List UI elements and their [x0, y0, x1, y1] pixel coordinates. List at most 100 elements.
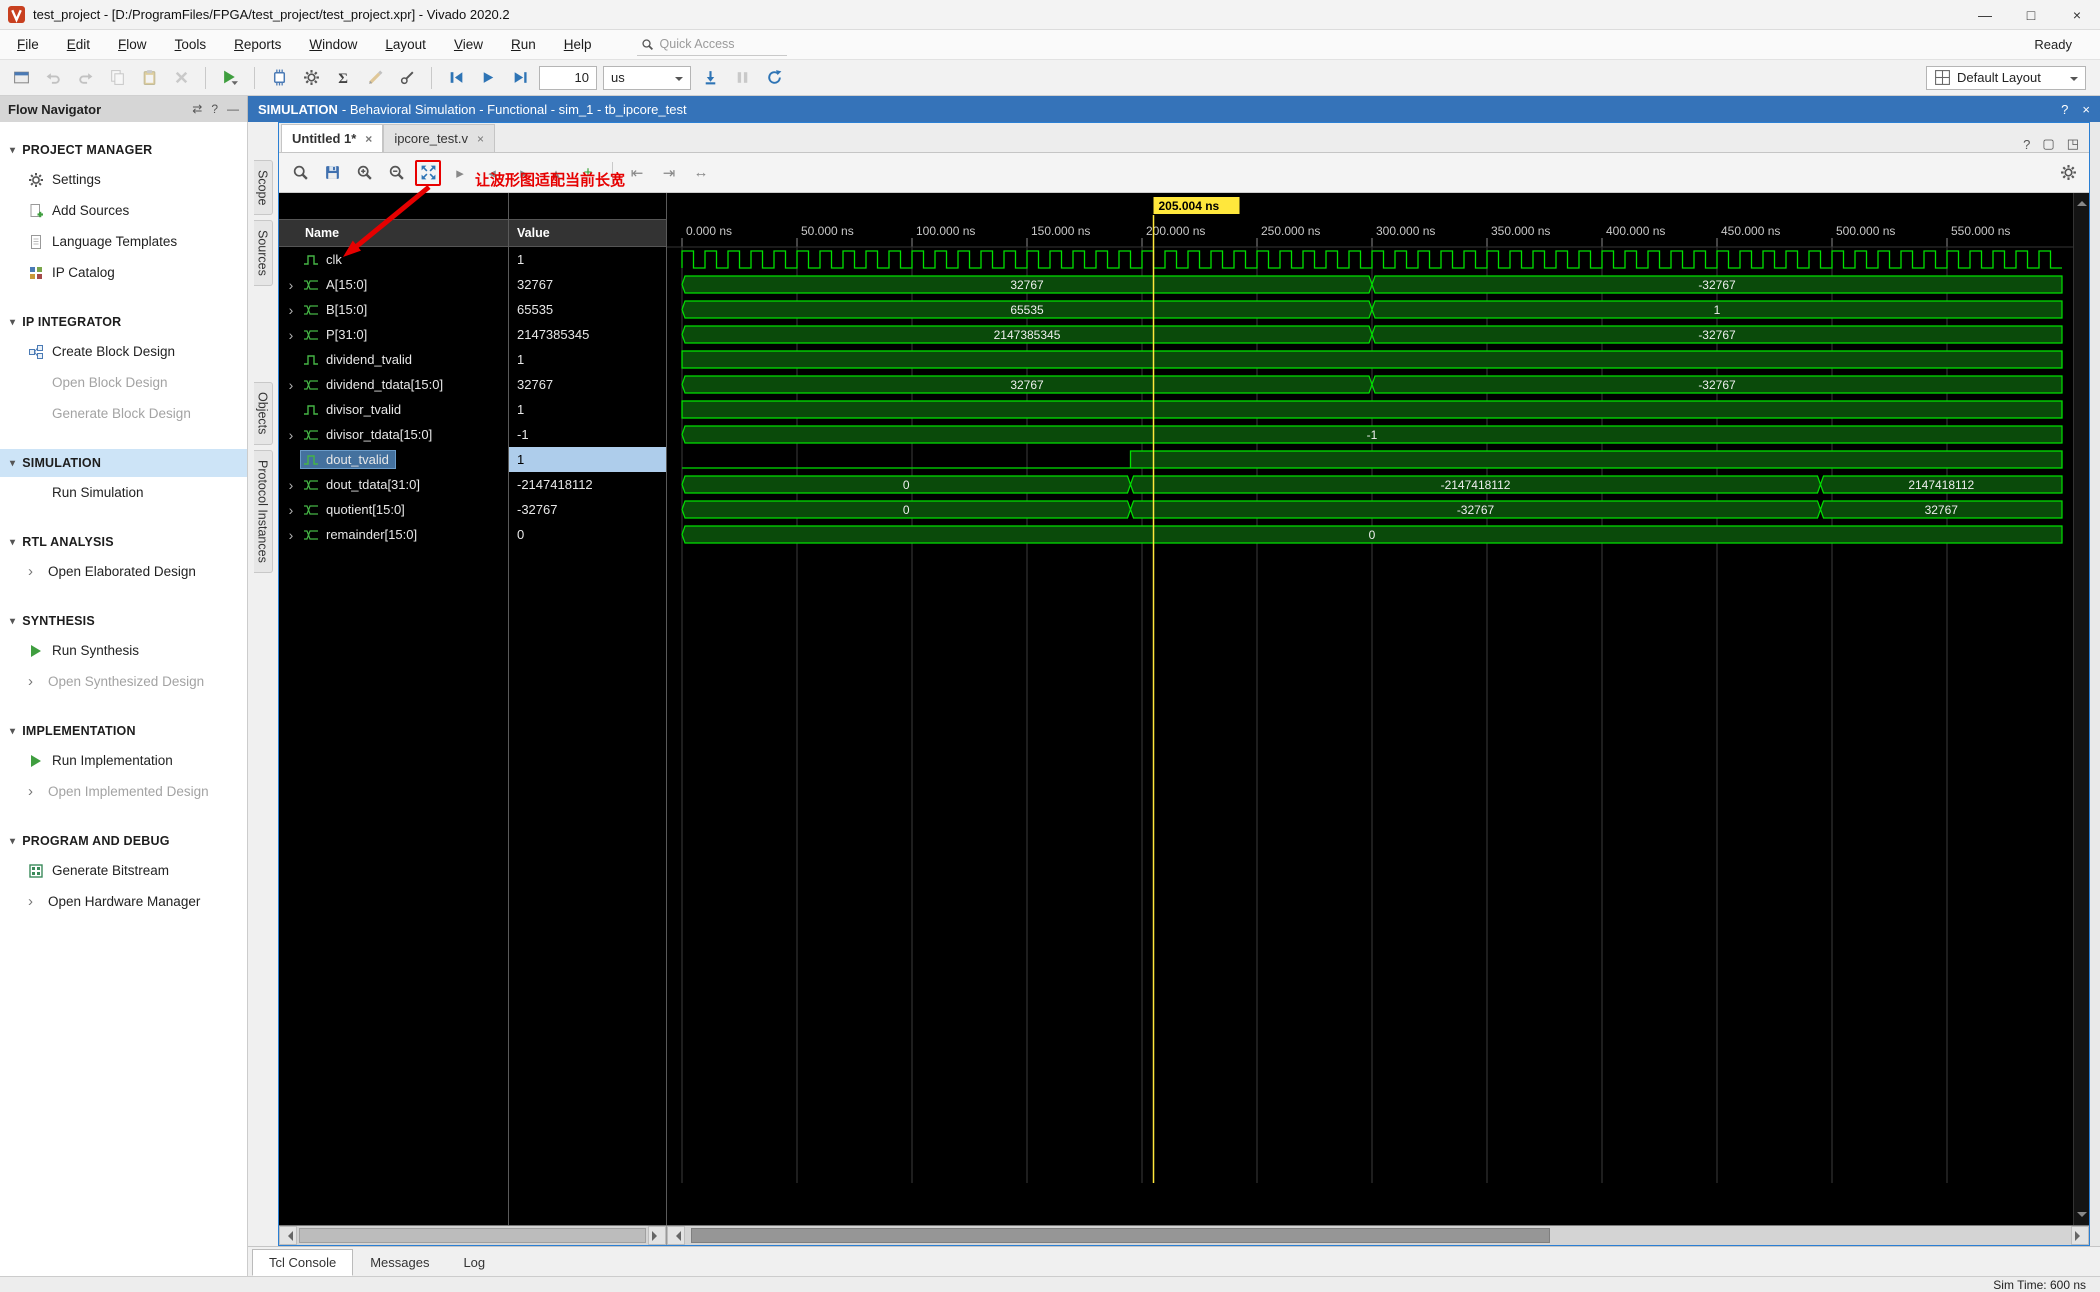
go-to-time-0-icon[interactable]: ⇤ [624, 160, 650, 186]
side-tab-sources[interactable]: Sources [253, 220, 273, 287]
signal-value-divisor-tdata-15-0[interactable]: -1 [509, 422, 666, 447]
flownav-item-ip-catalog[interactable]: IP Catalog [0, 257, 247, 288]
run-button-icon[interactable] [217, 65, 243, 91]
maximize-button[interactable]: □ [2008, 0, 2054, 29]
flownav-item-generate-block-design[interactable]: Generate Block Design [0, 398, 247, 429]
scroll-right-icon[interactable] [2071, 1226, 2089, 1245]
step-icon[interactable] [697, 65, 723, 91]
maximize-window-icon[interactable]: ◳ [2067, 136, 2079, 152]
scroll-right-icon[interactable] [648, 1226, 666, 1245]
flownav-section-ip-integrator[interactable]: ▾ IP INTEGRATOR [0, 308, 247, 336]
signal-value-dout-tvalid[interactable]: 1 [509, 447, 666, 472]
menu-item-reports[interactable]: Reports [223, 32, 292, 57]
menu-item-help[interactable]: Help [553, 32, 603, 57]
flownav-section-rtl-analysis[interactable]: ▾ RTL ANALYSIS [0, 528, 247, 556]
name-horizontal-scrollbar[interactable] [279, 1226, 667, 1245]
close-button[interactable]: × [2054, 0, 2100, 29]
signal-row-dout-tvalid[interactable]: dout_tvalid [279, 447, 508, 472]
scrollbar-thumb[interactable] [299, 1228, 646, 1243]
console-tab-tcl-console[interactable]: Tcl Console [252, 1249, 354, 1276]
value-column-header[interactable]: Value [509, 219, 666, 247]
scroll-up-icon[interactable] [2076, 196, 2087, 206]
signal-row-dividend-tdata-15-0[interactable]: › dividend_tdata[15:0] [279, 372, 508, 397]
signal-row-dividend-tvalid[interactable]: dividend_tvalid [279, 347, 508, 372]
scroll-left-icon[interactable] [279, 1226, 297, 1245]
signal-row-p-31-0[interactable]: › P[31:0] [279, 322, 508, 347]
expand-chevron-icon[interactable]: › [285, 378, 297, 392]
run-time-input[interactable]: 10 [539, 65, 597, 90]
signal-value-dividend-tvalid[interactable]: 1 [509, 347, 666, 372]
collapse-caret-icon[interactable]: ▾ [10, 537, 15, 548]
signal-value-remainder-15-0[interactable]: 0 [509, 522, 666, 547]
wave-settings-gear-icon[interactable] [2055, 160, 2081, 186]
float-window-icon[interactable]: ▢ [2042, 136, 2054, 152]
run-for-icon[interactable] [507, 65, 533, 91]
flownav-item-add-sources[interactable]: Add Sources [0, 195, 247, 226]
console-tab-messages[interactable]: Messages [353, 1249, 446, 1276]
signal-row-divisor-tvalid[interactable]: divisor_tvalid [279, 397, 508, 422]
menu-item-tools[interactable]: Tools [164, 32, 218, 57]
flownav-section-simulation[interactable]: ▾ SIMULATION [0, 449, 247, 477]
minimize-icon[interactable]: — [227, 102, 239, 116]
flownav-item-run-implementation[interactable]: Run Implementation [0, 745, 247, 776]
zoom-fit-icon[interactable] [415, 159, 441, 186]
wave-vertical-scrollbar[interactable] [2073, 193, 2089, 1225]
dock-icon[interactable]: ⇄ [192, 102, 202, 116]
scroll-down-icon[interactable] [2076, 1212, 2087, 1222]
menu-item-file[interactable]: File [6, 32, 50, 57]
go-to-last-time-icon[interactable]: ⇥ [656, 160, 682, 186]
clipboard-icon[interactable] [8, 65, 34, 91]
signal-value-divisor-tvalid[interactable]: 1 [509, 397, 666, 422]
quick-access-search[interactable]: Quick Access [636, 34, 787, 56]
restart-icon[interactable] [443, 65, 469, 91]
next-transition-icon[interactable]: ▸ [511, 160, 537, 186]
flownav-item-open-synthesized-design[interactable]: › Open Synthesized Design [0, 666, 247, 697]
collapse-caret-icon[interactable]: ▾ [10, 458, 15, 469]
time-range-icon[interactable]: ↔ [688, 160, 714, 186]
flownav-item-generate-bitstream[interactable]: Generate Bitstream [0, 855, 247, 886]
flownav-item-open-block-design[interactable]: Open Block Design [0, 367, 247, 398]
search-icon[interactable] [287, 160, 313, 186]
flownav-section-program-and-debug[interactable]: ▾ PROGRAM AND DEBUG [0, 827, 247, 855]
scroll-left-icon[interactable] [667, 1226, 685, 1245]
time-unit-select[interactable]: us [603, 65, 691, 90]
flownav-item-language-templates[interactable]: Language Templates [0, 226, 247, 257]
settings-gear-icon[interactable] [298, 65, 324, 91]
run-all-icon[interactable] [475, 65, 501, 91]
collapse-caret-icon[interactable]: ▾ [10, 616, 15, 627]
expand-chevron-icon[interactable]: › [28, 894, 41, 909]
probe-icon[interactable] [394, 65, 420, 91]
expand-chevron-icon[interactable]: › [28, 784, 41, 799]
signal-row-clk[interactable]: clk [279, 247, 508, 272]
help-icon[interactable]: ? [211, 102, 218, 116]
flownav-item-create-block-design[interactable]: Create Block Design [0, 336, 247, 367]
relaunch-icon[interactable] [761, 65, 787, 91]
minimize-button[interactable]: — [1962, 0, 2008, 29]
signal-value-a-15-0[interactable]: 32767 [509, 272, 666, 297]
tab-untitled-1[interactable]: Untitled 1* × [281, 124, 384, 152]
signal-row-b-15-0[interactable]: › B[15:0] [279, 297, 508, 322]
flownav-section-synthesis[interactable]: ▾ SYNTHESIS [0, 607, 247, 635]
zoom-out-icon[interactable] [383, 160, 409, 186]
signal-row-divisor-tdata-15-0[interactable]: › divisor_tdata[15:0] [279, 422, 508, 447]
signal-value-clk[interactable]: 1 [509, 247, 666, 272]
menu-item-run[interactable]: Run [500, 32, 547, 57]
flownav-item-open-hardware-manager[interactable]: › Open Hardware Manager [0, 886, 247, 917]
flownav-item-run-synthesis[interactable]: Run Synthesis [0, 635, 247, 666]
menu-item-flow[interactable]: Flow [107, 32, 158, 57]
menu-item-edit[interactable]: Edit [56, 32, 101, 57]
expand-chevron-icon[interactable]: › [285, 503, 297, 517]
expand-chevron-icon[interactable]: › [285, 278, 297, 292]
signal-value-b-15-0[interactable]: 65535 [509, 297, 666, 322]
signal-value-p-31-0[interactable]: 2147385345 [509, 322, 666, 347]
collapse-caret-icon[interactable]: ▾ [10, 145, 15, 156]
signal-row-dout-tdata-31-0[interactable]: › dout_tdata[31:0] [279, 472, 508, 497]
expand-chevron-icon[interactable]: › [285, 428, 297, 442]
add-to-wave-icon[interactable]: Σ [330, 65, 356, 91]
waveform-area[interactable]: 0.000 ns 50.000 ns 100.000 ns 150.000 ns 200… [667, 193, 2089, 1225]
menu-item-window[interactable]: Window [298, 32, 368, 57]
collapse-caret-icon[interactable]: ▾ [10, 726, 15, 737]
zoom-in-icon[interactable] [351, 160, 377, 186]
side-tab-protocol-instances[interactable]: Protocol Instances [253, 449, 273, 573]
flownav-section-project-manager[interactable]: ▾ PROJECT MANAGER [0, 136, 247, 164]
